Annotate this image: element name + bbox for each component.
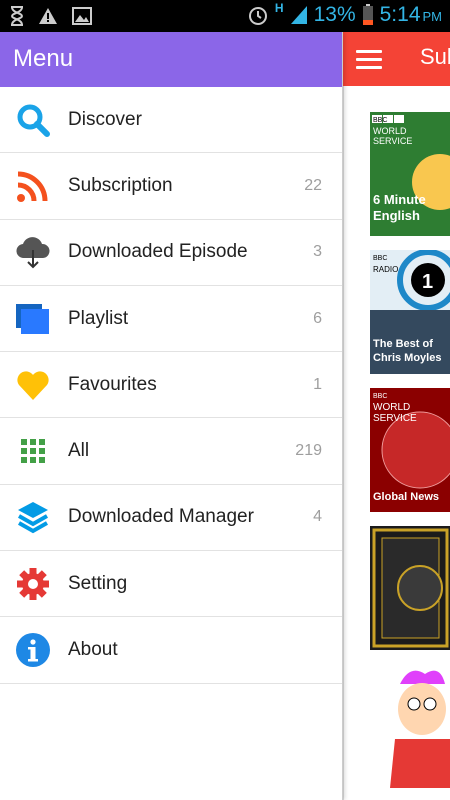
thumb2-caption: The Best of bbox=[373, 338, 433, 350]
thumb1-caption-2: English bbox=[373, 208, 420, 223]
menu-label: All bbox=[68, 440, 90, 462]
menu-count: 219 bbox=[295, 442, 322, 460]
thumb3-line3: SERVICE bbox=[373, 413, 417, 424]
menu-item-playlist[interactable]: Playlist 6 bbox=[0, 286, 342, 353]
thumb3-line2: WORLD bbox=[373, 402, 410, 413]
thumb2-line1: BBC bbox=[373, 255, 387, 262]
status-left-icons bbox=[10, 6, 92, 26]
thumb1-line1: BBC bbox=[373, 117, 387, 124]
rss-icon bbox=[17, 171, 48, 202]
hamburger-menu-icon[interactable] bbox=[356, 50, 382, 70]
menu-label: About bbox=[68, 639, 118, 661]
drawer-title: Menu bbox=[13, 45, 74, 72]
menu-item-about[interactable]: About bbox=[0, 617, 342, 684]
warning-icon bbox=[39, 8, 57, 24]
thumb2-line3: 1 bbox=[422, 271, 433, 293]
podcast-thumbnail[interactable]: BBC WORLD SERVICE 6 Minute English bbox=[370, 112, 450, 236]
podcast-thumbnail[interactable] bbox=[370, 526, 450, 650]
menu-item-setting[interactable]: Setting bbox=[0, 551, 342, 618]
grid-icon bbox=[21, 439, 45, 464]
menu-label: Favourites bbox=[68, 373, 157, 395]
thumb1-line3: SERVICE bbox=[373, 136, 412, 146]
menu-label: Subscription bbox=[68, 174, 173, 196]
clock: 5:14 PM bbox=[380, 3, 442, 27]
menu-item-downloaded-episode[interactable]: Downloaded Episode 3 bbox=[0, 220, 342, 286]
network-type: H bbox=[274, 1, 284, 15]
menu-count: 6 bbox=[313, 309, 322, 327]
cloud-download-icon bbox=[16, 237, 50, 269]
status-bar: H 13% 5:14 PM bbox=[0, 0, 450, 32]
menu-item-all[interactable]: All 219 bbox=[0, 418, 342, 485]
drawer-header: Menu bbox=[0, 32, 342, 87]
podcast-thumbnail[interactable]: BBC WORLD SERVICE Global News bbox=[370, 388, 450, 512]
menu-count: 3 bbox=[313, 243, 322, 261]
menu-count: 22 bbox=[304, 176, 322, 194]
navigation-drawer: Menu Discover Subscription 22 Downloaded… bbox=[0, 32, 343, 800]
clock-time: 5:14 bbox=[379, 3, 421, 26]
playlist-icon bbox=[16, 303, 49, 334]
screen: H 13% 5:14 PM Su b bbox=[0, 0, 450, 800]
menu-count: 1 bbox=[313, 375, 322, 393]
podcast-artwork-radio-1: 1 BBC RADIO The Best of Chris Moyles bbox=[370, 250, 450, 374]
thumb2-line2: RADIO bbox=[373, 265, 398, 274]
menu-label: Discover bbox=[68, 108, 142, 130]
menu-label: Downloaded Manager bbox=[68, 506, 254, 528]
clock-ampm: PM bbox=[422, 9, 443, 24]
search-icon bbox=[17, 104, 50, 137]
battery-icon bbox=[362, 4, 373, 25]
image-icon bbox=[72, 7, 92, 25]
content-title: Sub bbox=[420, 44, 450, 69]
menu-label: Setting bbox=[68, 572, 128, 594]
menu-label: Playlist bbox=[68, 307, 129, 329]
menu-item-downloaded-manager[interactable]: Downloaded Manager 4 bbox=[0, 485, 342, 552]
heart-icon bbox=[17, 371, 49, 400]
thumb1-line2: WORLD bbox=[373, 126, 407, 136]
podcast-artwork-6-minute-english: BBC WORLD SERVICE 6 Minute English bbox=[370, 112, 450, 236]
thumb3-line1: BBC bbox=[373, 393, 387, 400]
content-list: BBC WORLD SERVICE 6 Minute English 1 BBC… bbox=[343, 86, 450, 800]
menu-item-subscription[interactable]: Subscription 22 bbox=[0, 153, 342, 220]
gear-icon bbox=[17, 567, 49, 600]
menu-label: Downloaded Episode bbox=[68, 241, 248, 263]
podcast-artwork-cartoon bbox=[370, 664, 450, 788]
alarm-icon bbox=[248, 7, 267, 25]
thumb3-caption: Global News bbox=[373, 491, 439, 503]
layers-icon bbox=[18, 502, 48, 534]
content-app-bar: Sub bbox=[343, 32, 450, 86]
podcast-thumbnail[interactable] bbox=[370, 664, 450, 788]
signal-icon bbox=[290, 6, 307, 24]
menu-item-discover[interactable]: Discover bbox=[0, 87, 342, 154]
menu-count: 4 bbox=[313, 508, 322, 526]
podcast-artwork-global-news: BBC WORLD SERVICE Global News bbox=[370, 388, 450, 512]
menu-list: Discover Subscription 22 Downloaded Epis… bbox=[0, 87, 342, 684]
battery-percent: 13% bbox=[313, 3, 356, 26]
podcast-artwork-ornament bbox=[370, 526, 450, 650]
menu-item-favourites[interactable]: Favourites 1 bbox=[0, 352, 342, 419]
podcast-thumbnail[interactable]: 1 BBC RADIO The Best of Chris Moyles bbox=[370, 250, 450, 374]
status-right: H 13% 5:14 PM bbox=[247, 1, 442, 27]
info-icon bbox=[16, 633, 50, 668]
hourglass-icon bbox=[10, 6, 24, 26]
thumb2-caption-2: Chris Moyles bbox=[373, 352, 441, 364]
thumb1-caption: 6 Minute bbox=[373, 192, 426, 207]
